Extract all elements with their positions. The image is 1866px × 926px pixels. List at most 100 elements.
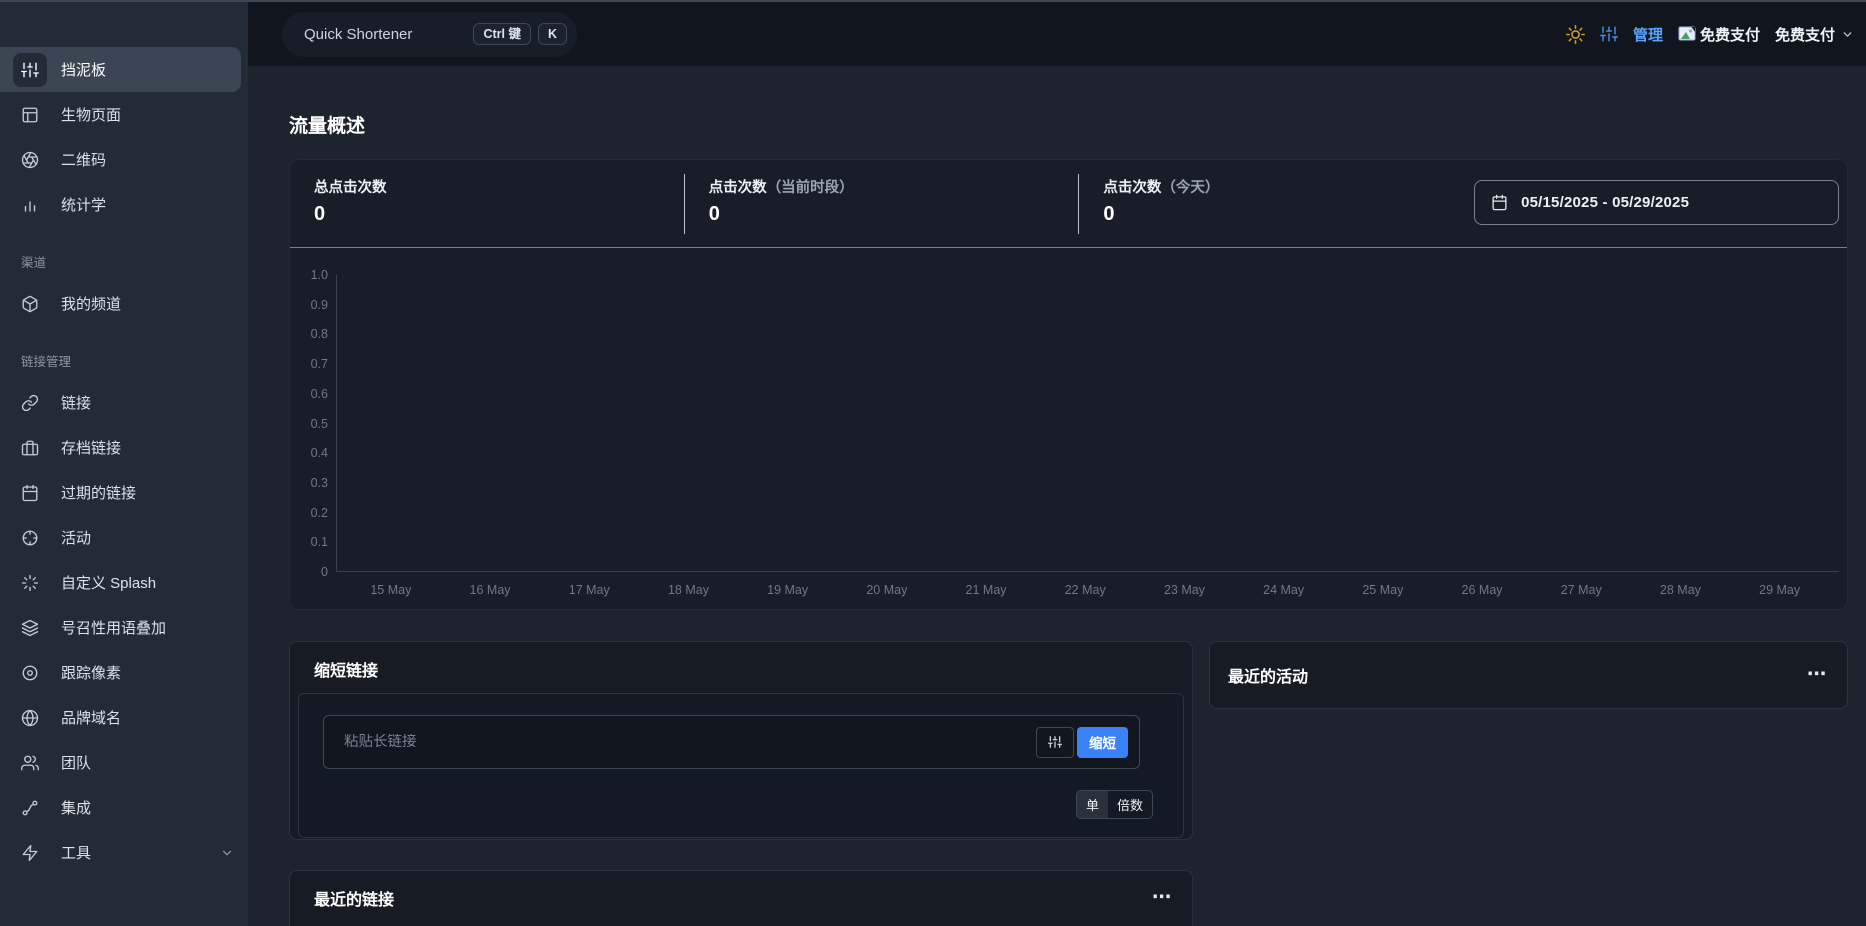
traffic-overview-card: 总点击次数 0 点击次数（当前时段） 0 点击次数（今天） 0 05/15/20… bbox=[289, 159, 1848, 610]
sidebar-item-my-channels[interactable]: 我的频道 bbox=[0, 281, 248, 326]
sidebar-item-team[interactable]: 团队 bbox=[0, 740, 248, 785]
url-input-row: 缩短 bbox=[323, 715, 1140, 769]
briefcase-icon bbox=[13, 431, 47, 465]
sidebar-item-label: 二维码 bbox=[61, 152, 107, 169]
stat-value: 0 bbox=[1103, 203, 1115, 225]
stat-label: 点击次数 bbox=[1103, 180, 1162, 196]
layout-icon bbox=[13, 98, 47, 132]
sidebar-item-integrations[interactable]: 集成 bbox=[0, 785, 248, 830]
single-multiple-toggle: 单 倍数 bbox=[1075, 790, 1153, 819]
chart-plot-area bbox=[336, 275, 1839, 572]
loader-icon bbox=[13, 566, 47, 600]
main-content: 流量概述 总点击次数 0 点击次数（当前时段） 0 点击次数（今天） 0 05/… bbox=[248, 66, 1866, 926]
sidebar-item-label: 挡泥板 bbox=[61, 62, 107, 79]
sidebar-item-links[interactable]: 链接 bbox=[0, 380, 248, 425]
topbar-actions: 管理 免费支付 免费支付 bbox=[1565, 24, 1854, 45]
sidebar-item-label: 生物页面 bbox=[61, 107, 122, 124]
more-menu-icon[interactable]: ⋯ bbox=[1807, 665, 1827, 684]
page-title: 流量概述 bbox=[289, 116, 366, 137]
link-icon bbox=[13, 386, 47, 420]
sidebar-item-label: 号召性用语叠加 bbox=[61, 620, 167, 637]
keyboard-shortcut: Ctrl 键 K bbox=[473, 22, 567, 46]
stat-value: 0 bbox=[314, 203, 326, 225]
aperture-icon bbox=[13, 143, 47, 177]
layers-icon bbox=[13, 611, 47, 645]
sidebar-item-branded-domains[interactable]: 品牌域名 bbox=[0, 695, 248, 740]
zap-icon bbox=[13, 836, 47, 870]
app-window: 挡泥板 生物页面 二维码 统计学 渠道 我的频道 链接管理 链接 存档链接 过期… bbox=[0, 0, 1866, 926]
recent-links-title: 最近的链接 bbox=[314, 892, 395, 909]
sidebar-item-tools[interactable]: 工具 bbox=[0, 830, 248, 875]
sidebar-item-label: 集成 bbox=[61, 800, 92, 817]
sidebar-item-label: 跟踪像素 bbox=[61, 665, 122, 682]
globe-icon bbox=[13, 701, 47, 735]
avatar-alt-text: 免费支付 bbox=[1699, 26, 1760, 44]
manage-link[interactable]: 管理 bbox=[1633, 24, 1663, 45]
sidebar-item-qr-codes[interactable]: 二维码 bbox=[0, 137, 248, 182]
sliders-icon bbox=[1048, 735, 1062, 749]
mode-single-button[interactable]: 单 bbox=[1076, 791, 1108, 818]
sidebar-item-label: 存档链接 bbox=[61, 440, 122, 457]
preferences-sliders-icon[interactable] bbox=[1599, 25, 1618, 43]
sidebar-item-label: 链接 bbox=[61, 395, 92, 412]
stat-total-clicks: 总点击次数 0 bbox=[290, 174, 685, 234]
search-placeholder-text: Quick Shortener bbox=[304, 25, 413, 43]
shorten-link-card: 缩短链接 缩短 单 bbox=[289, 641, 1193, 840]
bar-chart-icon bbox=[13, 188, 47, 222]
mode-multiple-button[interactable]: 倍数 bbox=[1108, 791, 1152, 818]
sidebar-item-dashboard[interactable]: 挡泥板 bbox=[0, 47, 241, 92]
topbar: Quick Shortener Ctrl 键 K 管理 免费支付 免费支付 bbox=[248, 2, 1866, 66]
sidebar-item-label: 工具 bbox=[61, 845, 92, 862]
date-range-picker[interactable]: 05/15/2025 - 05/29/2025 bbox=[1474, 180, 1839, 225]
more-menu-icon[interactable]: ⋯ bbox=[1152, 888, 1172, 907]
crosshair-icon bbox=[13, 521, 47, 555]
recent-activity-title: 最近的活动 bbox=[1228, 669, 1309, 686]
recent-links-card: 最近的链接 ⋯ bbox=[289, 870, 1193, 926]
shorten-button[interactable]: 缩短 bbox=[1077, 726, 1128, 758]
theme-sun-icon[interactable] bbox=[1565, 24, 1585, 44]
account-menu[interactable]: 免费支付 bbox=[1775, 24, 1854, 45]
sidebar-item-label: 我的频道 bbox=[61, 296, 122, 313]
sidebar-section-link-management: 链接管理 bbox=[21, 354, 72, 369]
users-icon bbox=[13, 746, 47, 780]
recent-activity-card: 最近的活动 ⋯ bbox=[1209, 641, 1848, 709]
stat-value: 0 bbox=[708, 203, 720, 225]
disc-icon bbox=[13, 656, 47, 690]
sidebar-item-label: 自定义 Splash bbox=[61, 575, 157, 592]
stats-row: 总点击次数 0 点击次数（当前时段） 0 点击次数（今天） 0 05/15/20… bbox=[290, 160, 1847, 248]
sidebar-item-cta-overlays[interactable]: 号召性用语叠加 bbox=[0, 605, 248, 650]
sidebar-item-label: 统计学 bbox=[61, 197, 107, 214]
sidebar-item-label: 活动 bbox=[61, 530, 92, 547]
sidebar-item-campaigns[interactable]: 活动 bbox=[0, 515, 248, 560]
stat-label: 点击次数 bbox=[708, 180, 767, 196]
account-name: 免费支付 bbox=[1774, 26, 1835, 44]
sidebar-item-archived-links[interactable]: 存档链接 bbox=[0, 425, 248, 470]
long-url-input[interactable] bbox=[324, 734, 1036, 750]
chart-x-axis-labels: 15 May 16 May 17 May 18 May 19 May 20 Ma… bbox=[370, 583, 1801, 597]
stat-sublabel: （当前时段） bbox=[766, 180, 854, 196]
search-button[interactable]: Quick Shortener Ctrl 键 K bbox=[282, 11, 577, 57]
shorten-form-panel: 缩短 单 倍数 bbox=[298, 693, 1184, 838]
date-range-value: 05/15/2025 - 05/29/2025 bbox=[1521, 194, 1690, 211]
shorten-card-title: 缩短链接 bbox=[314, 663, 379, 680]
sidebar-item-label: 过期的链接 bbox=[61, 485, 137, 502]
sidebar: 挡泥板 生物页面 二维码 统计学 渠道 我的频道 链接管理 链接 存档链接 过期… bbox=[0, 2, 248, 926]
sidebar-item-statistics[interactable]: 统计学 bbox=[0, 182, 248, 227]
stat-label: 总点击次数 bbox=[314, 180, 387, 196]
calendar-icon bbox=[1491, 194, 1508, 211]
sliders-icon bbox=[13, 52, 47, 87]
sidebar-item-tracking-pixels[interactable]: 跟踪像素 bbox=[0, 650, 248, 695]
chart-y-axis-labels: 1.0 0.9 0.8 0.7 0.6 0.5 0.4 0.3 0.2 0.1 … bbox=[310, 268, 328, 579]
sidebar-item-custom-splash[interactable]: 自定义 Splash bbox=[0, 560, 248, 605]
chevron-down-icon bbox=[220, 846, 234, 860]
share-icon bbox=[13, 791, 47, 825]
k-key-badge: K bbox=[537, 22, 567, 46]
calendar-icon bbox=[13, 476, 47, 510]
sidebar-item-label: 团队 bbox=[61, 755, 92, 772]
broken-avatar-image-icon bbox=[1678, 26, 1697, 42]
sidebar-item-bio-pages[interactable]: 生物页面 bbox=[0, 92, 248, 137]
user-avatar[interactable]: 免费支付 bbox=[1678, 24, 1760, 45]
link-options-button[interactable] bbox=[1036, 726, 1074, 758]
sidebar-item-expired-links[interactable]: 过期的链接 bbox=[0, 470, 248, 515]
stat-clicks-current-period: 点击次数（当前时段） 0 bbox=[685, 174, 1080, 234]
